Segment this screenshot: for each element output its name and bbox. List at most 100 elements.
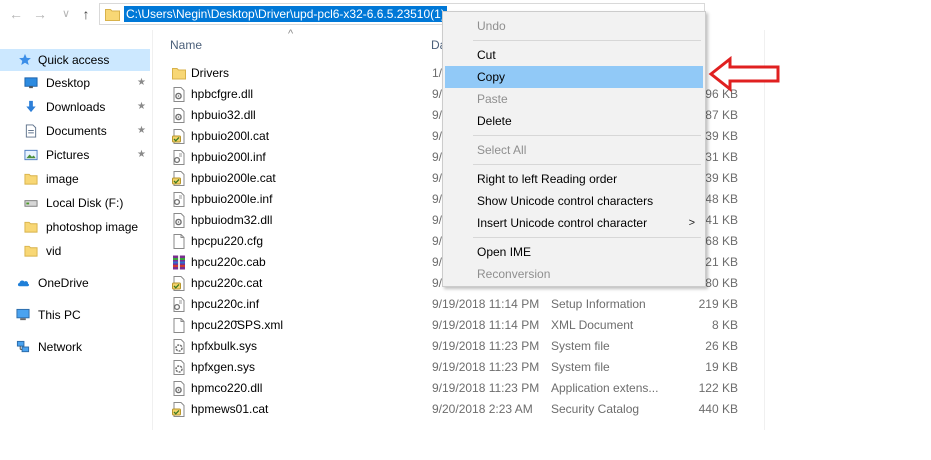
file-name: hpcu220c.inf (191, 297, 260, 311)
context-menu: Undo Cut Copy Paste Delete Select All Right to… (442, 11, 706, 287)
cloud-icon (17, 280, 30, 287)
file-date-modified: 9/ (432, 87, 443, 101)
file-name: hpbuio200l.cat (191, 129, 270, 143)
back-button[interactable]: ← (8, 5, 24, 23)
file-name: hpcu220c.cab (191, 255, 266, 269)
recent-locations-button[interactable]: ∨ (58, 5, 74, 23)
computer-icon (16, 308, 30, 321)
pin-icon[interactable]: ★ (137, 96, 146, 118)
sidebar-item-label: photoshop image (46, 220, 139, 234)
address-path-text[interactable]: C:\Users\Negin\Desktop\Driver\upd-pcl6-x… (124, 6, 447, 22)
sys-icon (173, 360, 185, 375)
sidebar-item-label: Quick access (38, 53, 110, 67)
menu-item-undo: Undo (445, 15, 703, 37)
file-icon (173, 234, 185, 249)
menu-item-label: Undo (477, 19, 506, 33)
menu-separator (473, 40, 701, 41)
sidebar-item-downloads[interactable]: Downloads ★ (0, 96, 150, 118)
sidebar-item-this-pc[interactable]: This PC (0, 304, 150, 326)
menu-item-label: Copy (477, 70, 506, 84)
file-name: hpmews01.cat (191, 402, 269, 416)
inf-icon (173, 150, 185, 165)
menu-item-insert-unicode-control-character[interactable]: Insert Unicode control character > (445, 212, 703, 234)
file-type: Setup Information (551, 297, 646, 311)
file-icon (173, 318, 185, 333)
pin-icon[interactable]: ★ (137, 120, 146, 142)
sidebar-item-image[interactable]: image (0, 168, 150, 190)
file-date-modified: 9/19/2018 11:23 PM (432, 360, 540, 374)
file-row[interactable]: hpcu220̆SPS.xml 9/19/2018 11:14 PM XML Doc… (166, 315, 766, 336)
file-size: 8 KB (711, 318, 738, 332)
file-name: hpbuio200le.cat (191, 171, 276, 185)
pin-icon[interactable]: ★ (137, 72, 146, 94)
file-size: 19 KB (705, 360, 738, 374)
folder-icon (24, 245, 38, 257)
dll-icon (173, 108, 185, 123)
menu-item-show-unicode-control-characters[interactable]: Show Unicode control characters (445, 190, 703, 212)
sidebar-item-label: Network (38, 340, 83, 354)
sidebar-item-label: vid (46, 244, 62, 258)
file-type: XML Document (551, 318, 634, 332)
sidebar-item-label: OneDrive (38, 276, 89, 290)
sidebar-item-onedrive[interactable]: OneDrive (0, 272, 150, 294)
menu-item-label: Delete (477, 114, 512, 128)
file-size: 219 KB (698, 297, 738, 311)
menu-item-label: Cut (477, 48, 496, 62)
dll-icon (173, 87, 185, 102)
network-icon (16, 340, 30, 353)
chevron-right-icon: > (688, 217, 695, 229)
file-size: 31 KB (705, 150, 738, 164)
sidebar-item-vid[interactable]: vid (0, 240, 150, 262)
sidebar-item-label: Desktop (46, 76, 91, 90)
file-name: hpfxgen.sys (191, 360, 256, 374)
drive-icon (24, 200, 38, 207)
column-header-name[interactable]: Name (170, 34, 202, 56)
sort-ascending-icon: ^ (288, 28, 294, 40)
file-row[interactable]: hpfxbulk.sys 9/19/2018 11:23 PM System fil… (166, 336, 766, 357)
menu-item-open-ime[interactable]: Open IME (445, 241, 703, 263)
menu-item-right-to-left-reading-order[interactable]: Right to left Reading order (445, 168, 703, 190)
menu-separator (473, 135, 701, 136)
sidebar-item-documents[interactable]: Documents ★ (0, 120, 150, 142)
sidebar-item-local-disk-f[interactable]: Local Disk (F:) (0, 192, 150, 214)
document-icon (25, 124, 37, 138)
sidebar-item-photoshop-image[interactable]: photoshop image (0, 216, 150, 238)
menu-item-cut[interactable]: Cut (445, 44, 703, 66)
file-row[interactable]: hpmco220.dll 9/19/2018 11:23 PM Applicatio… (166, 378, 766, 399)
file-name: hpbuio32.dll (191, 108, 256, 122)
file-name: hpcpu220.cfg (191, 234, 264, 248)
star-icon (19, 53, 31, 66)
sidebar-item-network[interactable]: Network (0, 336, 150, 358)
file-date-modified: 1/ (432, 66, 443, 80)
file-date-modified: 9/19/2018 11:14 PM (432, 297, 540, 311)
navigation-pane: Quick access Desktop ★ Downloads ★ Documents ★… (0, 44, 152, 460)
inf-icon (173, 297, 185, 312)
sidebar-item-desktop[interactable]: Desktop ★ (0, 72, 150, 94)
desktop-icon (24, 77, 38, 89)
up-button[interactable]: ↑ (78, 5, 94, 23)
menu-separator (473, 164, 701, 165)
file-date-modified: 9/ (432, 150, 443, 164)
file-type: Application extens... (551, 381, 659, 395)
catalog-icon (172, 129, 185, 144)
file-type: System file (551, 360, 610, 374)
catalog-icon (172, 402, 185, 417)
sidebar-item-label: Pictures (46, 148, 90, 162)
pin-icon[interactable]: ★ (137, 144, 146, 166)
menu-item-label: Right to left Reading order (477, 172, 618, 186)
file-row[interactable]: hpcu220c.inf 9/19/2018 11:14 PM Setup Info… (166, 294, 766, 315)
menu-item-label: Select All (477, 143, 527, 157)
file-date-modified: 9/ (432, 255, 443, 269)
file-name: hpcu220̆SPS.xml (191, 318, 284, 332)
dll-icon (173, 213, 185, 228)
file-row[interactable]: hpmews01.cat 9/20/2018 2:23 AM Security Ca… (166, 399, 766, 420)
dll-icon (173, 381, 185, 396)
file-date-modified: 9/19/2018 11:23 PM (432, 381, 540, 395)
forward-button[interactable]: → (32, 5, 48, 23)
sidebar-item-quick-access[interactable]: Quick access (0, 49, 150, 71)
menu-item-delete[interactable]: Delete (445, 110, 703, 132)
file-row[interactable]: hpfxgen.sys 9/19/2018 11:23 PM System file… (166, 357, 766, 378)
folder-icon (24, 173, 38, 185)
sidebar-item-pictures[interactable]: Pictures ★ (0, 144, 150, 166)
menu-item-copy[interactable]: Copy (445, 66, 703, 88)
